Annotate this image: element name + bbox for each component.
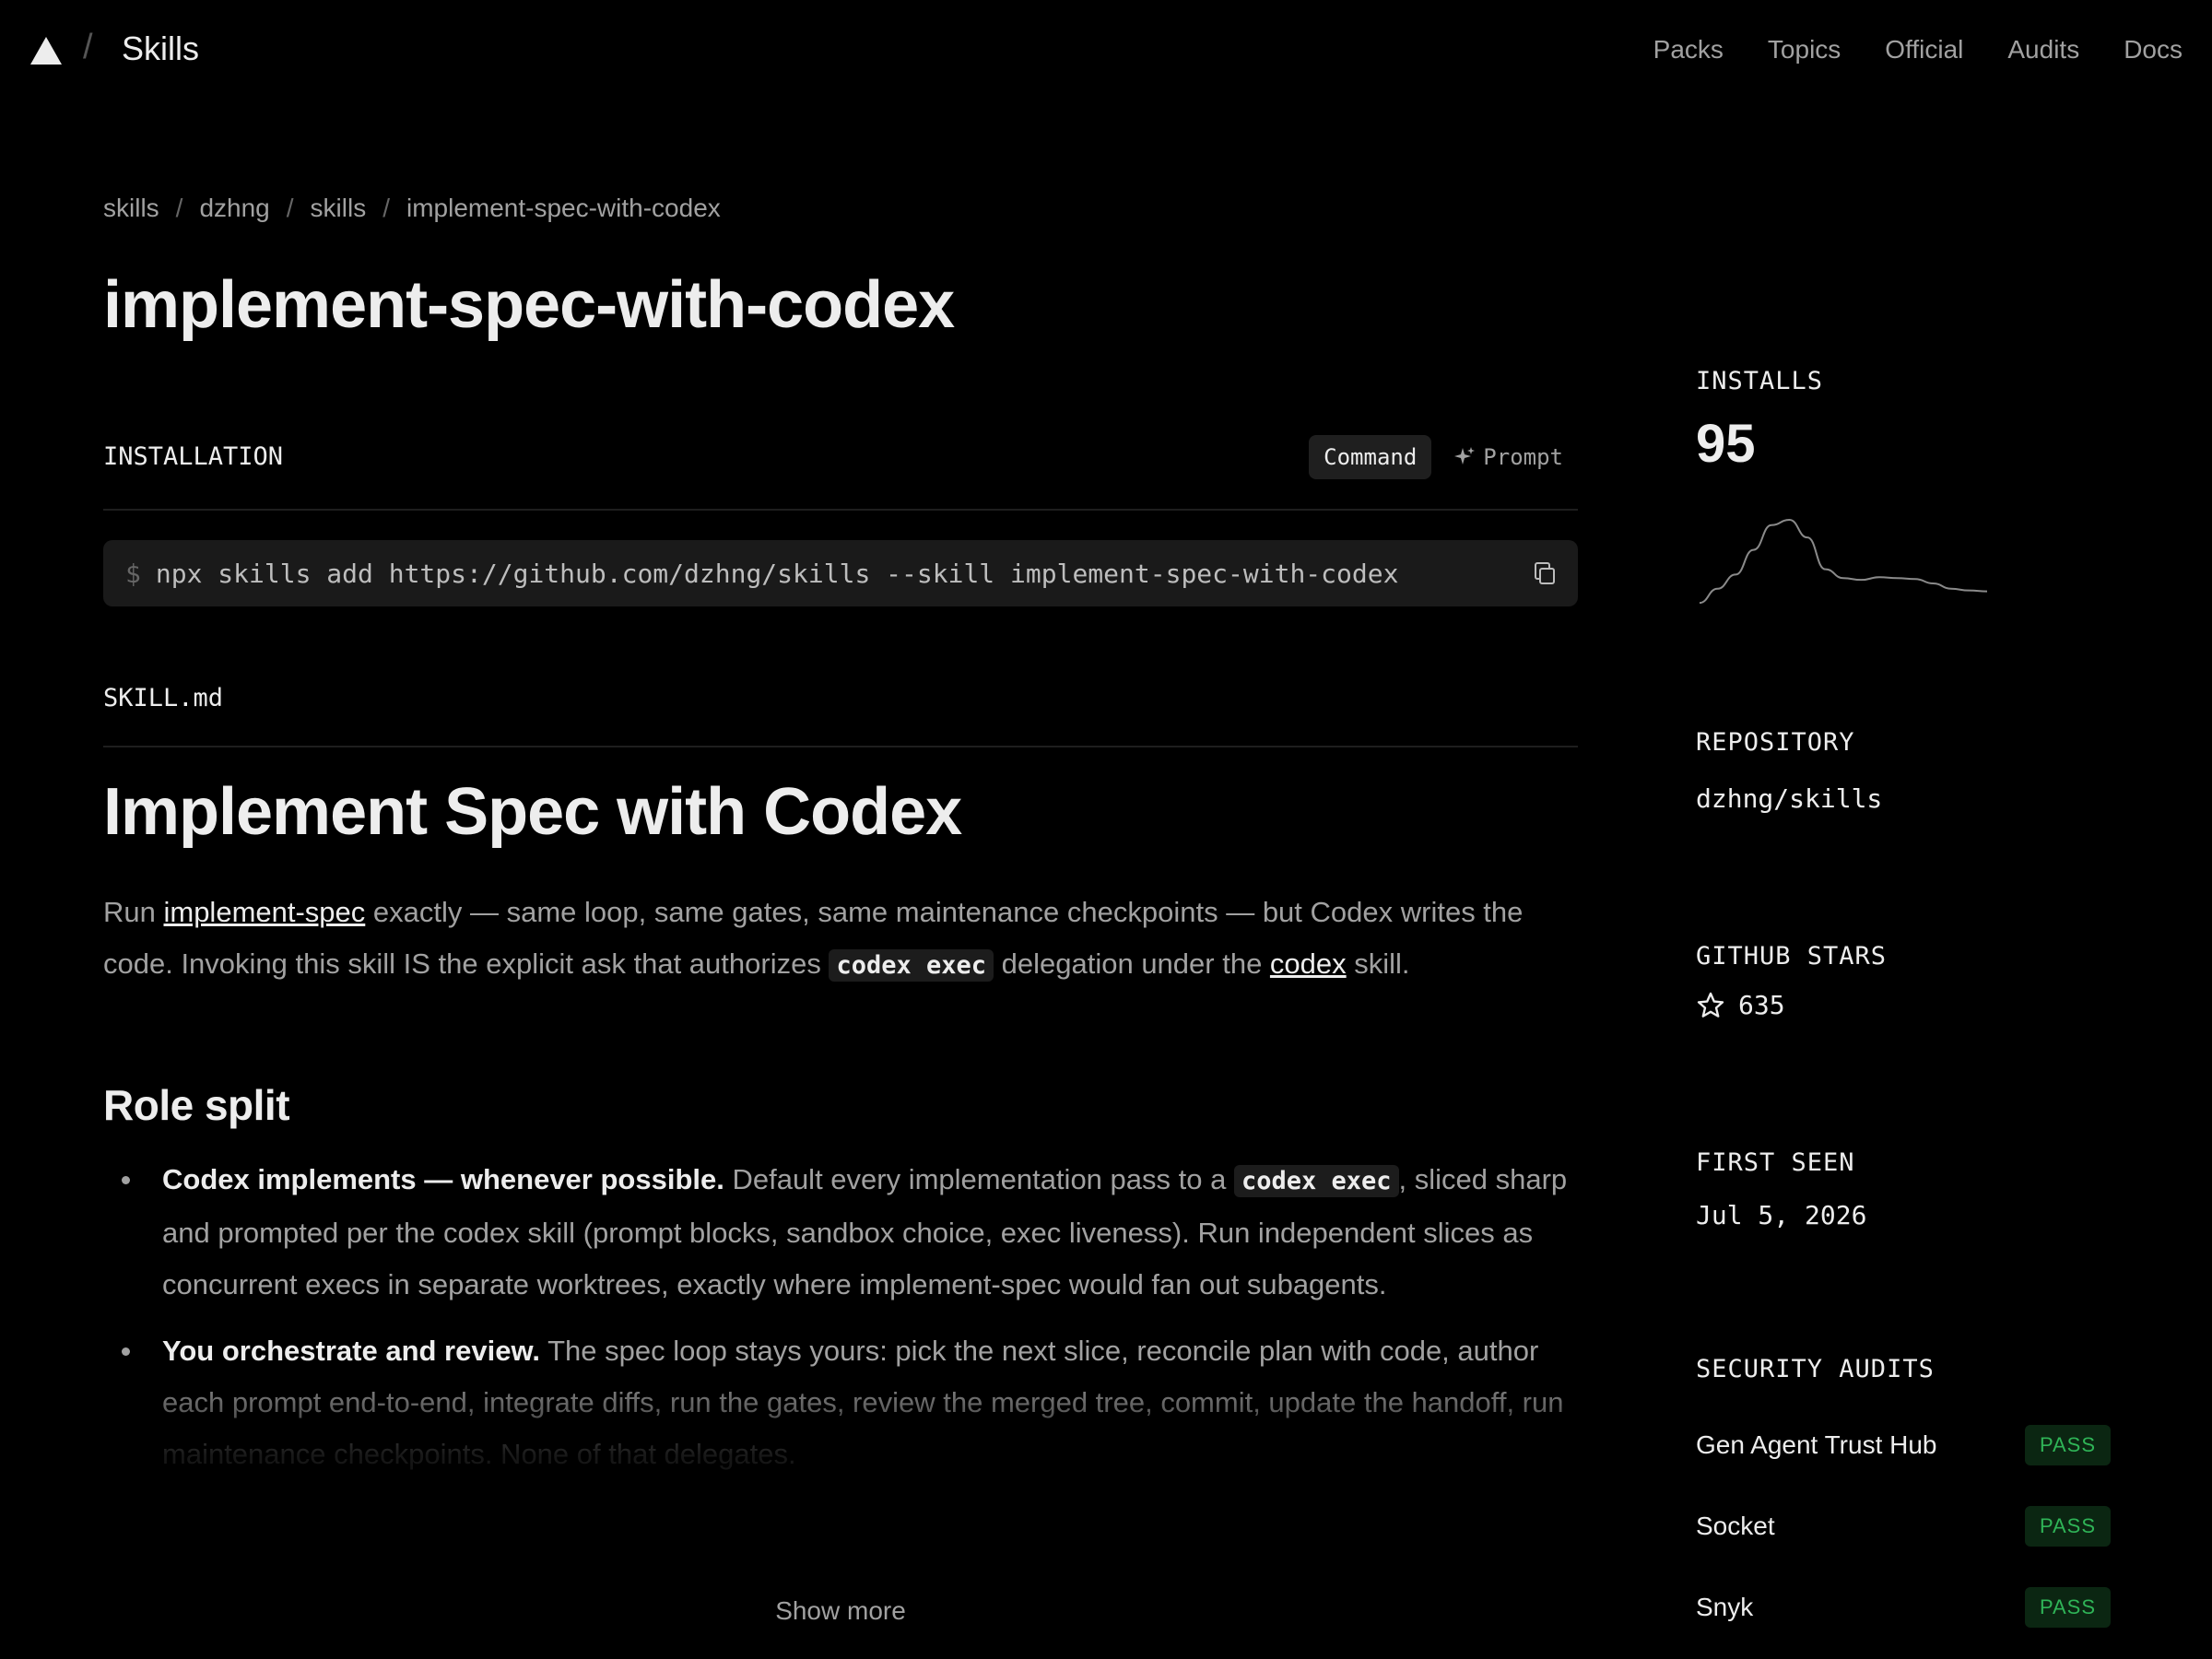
breadcrumb-separator: / [286,194,294,222]
codex-link[interactable]: codex [1270,947,1347,980]
star-icon [1697,992,1724,1018]
status-badge: PASS [2024,1425,2111,1465]
nav-link-packs[interactable]: Packs [1653,35,1724,65]
status-badge: PASS [2024,1506,2111,1547]
install-command[interactable]: $ npx skills add https://github.com/dzhng… [125,559,1398,589]
intro-text: delegation under the [994,947,1270,980]
nav-link-audits[interactable]: Audits [2007,35,2079,65]
breadcrumb-separator: / [175,194,183,222]
show-more-button[interactable]: Show more [103,1596,1578,1626]
nav-links: Packs Topics Official Audits Docs [1653,35,2183,65]
tab-prompt-label: Prompt [1483,444,1563,470]
audit-name: Gen Agent Trust Hub [1696,1430,1937,1459]
installs-label: INSTALLS [1696,367,1824,395]
audit-name: Snyk [1696,1593,1754,1621]
breadcrumb-item[interactable]: skills [103,194,159,222]
github-stars-label: GITHUB STARS [1696,942,1888,971]
sparkline-path [1699,518,1988,605]
breadcrumb-item[interactable]: skills [311,194,367,222]
triangle-logo-icon[interactable] [29,35,63,66]
installs-count: 95 [1696,414,1756,474]
nav-separator: / [83,28,93,66]
github-stars-count: 635 [1738,990,1785,1020]
tab-prompt[interactable]: Prompt [1439,435,1578,479]
role-split-heading: Role split [103,1081,290,1129]
list-item-title: Codex implements — whenever possible. [162,1163,724,1195]
installation-label: INSTALLATION [103,442,284,471]
breadcrumb-current: implement-spec-with-codex [406,194,721,222]
repository-label: REPOSITORY [1696,728,1855,757]
prompt-symbol: $ [125,559,141,589]
github-stars: 635 [1696,990,1785,1020]
nav-link-topics[interactable]: Topics [1768,35,1841,65]
sparkle-icon [1454,447,1476,465]
divider [103,509,1578,511]
nav-link-docs[interactable]: Docs [2124,35,2183,65]
audit-row[interactable]: Socket PASS [1696,1504,2111,1548]
installation-tabs: Command Prompt [1309,435,1578,479]
repository-link[interactable]: dzhng/skills [1696,783,1882,814]
brand-title[interactable]: Skills [122,29,199,68]
page-title: implement-spec-with-codex [103,268,955,342]
audit-row[interactable]: Snyk PASS [1696,1585,2111,1630]
install-command-text: npx skills add https://github.com/dzhng/… [155,559,1399,589]
breadcrumb-separator: / [382,194,390,222]
audit-row[interactable]: Gen Agent Trust Hub PASS [1696,1423,2111,1467]
nav-link-official[interactable]: Official [1885,35,1963,65]
breadcrumb-item[interactable]: dzhng [199,194,269,222]
tab-command-label: Command [1324,444,1418,470]
skill-heading: Implement Spec with Codex [103,775,962,849]
intro-text: skill. [1346,947,1410,980]
tab-command[interactable]: Command [1309,435,1432,479]
intro-text: Run [103,896,164,928]
divider [103,746,1578,747]
top-nav: / Skills Packs Topics Official Audits Do… [0,0,2212,101]
installs-sparkline [1699,518,1988,605]
content-fade-overlay [103,1364,1578,1530]
install-command-box[interactable]: $ npx skills add https://github.com/dzhng… [103,540,1578,606]
skill-md-label: SKILL.md [103,684,224,712]
first-seen-label: FIRST SEEN [1696,1148,1855,1177]
breadcrumb: skills / dzhng / skills / implement-spec-with-… [103,194,721,223]
security-audits-label: SECURITY AUDITS [1696,1355,1935,1383]
status-badge: PASS [2024,1587,2111,1628]
inline-code: codex exec [829,949,994,982]
list-item-text: Default every implementation pass to a [724,1163,1234,1195]
copy-icon[interactable] [1532,560,1558,586]
list-item-title: You orchestrate and review. [162,1335,541,1367]
skill-intro: Run implement-spec exactly — same loop, … [103,887,1578,992]
first-seen-date: Jul 5, 2026 [1696,1200,1867,1230]
inline-code: codex exec [1233,1165,1399,1197]
implement-spec-link[interactable]: implement-spec [163,896,365,928]
list-item: Codex implements — whenever possible. De… [103,1154,1578,1311]
audit-name: Socket [1696,1512,1775,1540]
